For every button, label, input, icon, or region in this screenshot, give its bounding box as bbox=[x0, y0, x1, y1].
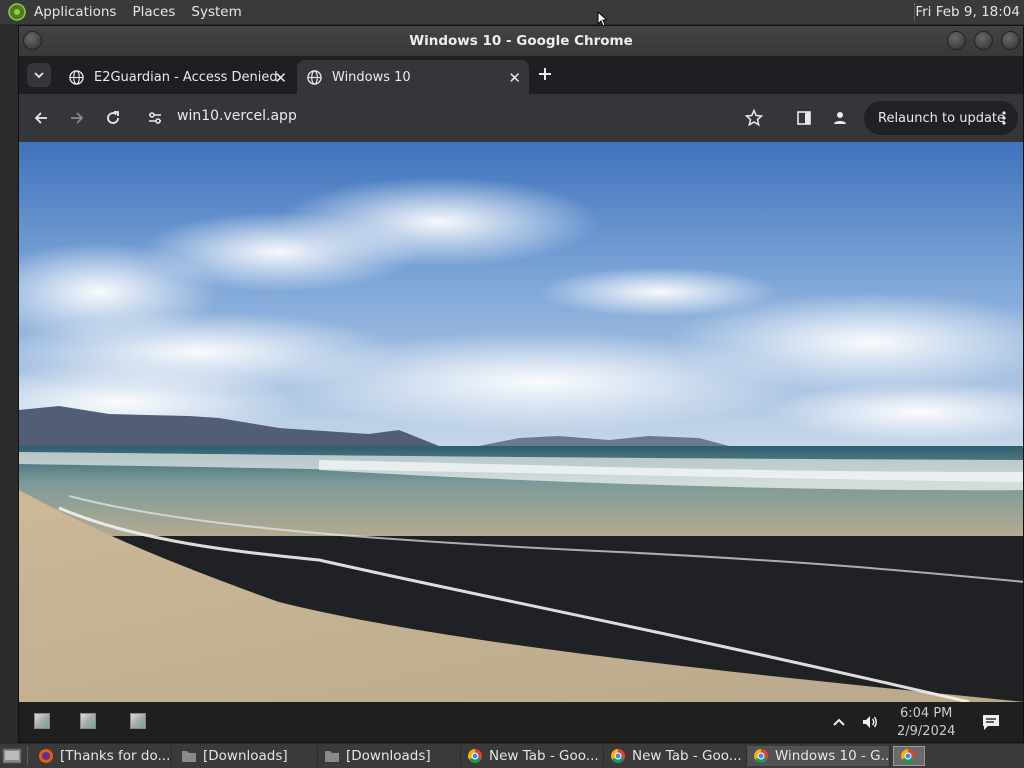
address-bar[interactable]: win10.vercel.app bbox=[177, 108, 297, 124]
tune-icon bbox=[149, 112, 161, 124]
forward-button[interactable] bbox=[65, 106, 89, 130]
chrome-icon bbox=[753, 748, 769, 764]
task-chrome-small[interactable] bbox=[893, 746, 925, 766]
relaunch-label: Relaunch to update bbox=[878, 110, 1006, 126]
bottom-panel: [Thanks for do... [Downloads] [Downloads… bbox=[0, 744, 1024, 768]
show-desktop-icon[interactable] bbox=[2, 747, 22, 768]
volume-icon[interactable] bbox=[861, 713, 879, 735]
top-panel: Applications Places System Fri Feb 9, 18… bbox=[0, 0, 1024, 27]
panel-clock[interactable]: Fri Feb 9, 18:04 bbox=[915, 4, 1020, 20]
close-tab-icon[interactable]: ✕ bbox=[274, 69, 287, 87]
arrow-right-icon bbox=[71, 112, 84, 124]
firefox-icon bbox=[38, 748, 54, 764]
more-vert-icon bbox=[1002, 110, 1006, 130]
side-panel-icon bbox=[797, 111, 811, 125]
task-label: New Tab - Goo... bbox=[632, 748, 742, 764]
task-label: [Downloads] bbox=[203, 748, 288, 764]
distro-logo-icon[interactable] bbox=[6, 1, 28, 23]
menu-system[interactable]: System bbox=[191, 4, 241, 20]
task-firefox[interactable]: [Thanks for do... bbox=[32, 746, 172, 766]
task-label: New Tab - Goo... bbox=[489, 748, 599, 764]
tab-strip: E2Guardian - Access Denied ✕ Windows 10 … bbox=[19, 56, 1023, 94]
folder-icon bbox=[324, 749, 340, 763]
close-tab-icon[interactable]: ✕ bbox=[508, 69, 521, 87]
tab-e2guardian[interactable]: E2Guardian - Access Denied ✕ bbox=[59, 60, 295, 94]
reload-button[interactable] bbox=[101, 106, 125, 130]
menu-places[interactable]: Places bbox=[132, 4, 175, 20]
chrome-icon bbox=[467, 748, 483, 764]
relaunch-update-button[interactable]: Relaunch to update bbox=[864, 101, 1018, 135]
back-button[interactable] bbox=[29, 106, 53, 130]
win10-date: 2/9/2024 bbox=[897, 724, 956, 739]
page-content bbox=[19, 142, 1023, 702]
task-downloads-2[interactable]: [Downloads] bbox=[318, 746, 461, 766]
task-windows10[interactable]: Windows 10 - G... bbox=[747, 746, 890, 766]
site-info-button[interactable] bbox=[143, 106, 167, 130]
task-label: Windows 10 - G... bbox=[775, 748, 890, 764]
chrome-icon bbox=[900, 748, 916, 764]
tab-windows10[interactable]: Windows 10 ✕ bbox=[297, 60, 529, 94]
window-titlebar[interactable]: Windows 10 - Google Chrome bbox=[19, 26, 1023, 56]
notification-center-icon[interactable] bbox=[981, 712, 1001, 736]
profile-button[interactable] bbox=[828, 106, 852, 130]
win10-clock[interactable]: 6:04 PM 2/9/2024 bbox=[897, 705, 955, 741]
window-title: Windows 10 - Google Chrome bbox=[409, 33, 633, 49]
arrow-left-icon bbox=[34, 112, 47, 124]
task-newtab-1[interactable]: New Tab - Goo... bbox=[461, 746, 604, 766]
globe-icon bbox=[69, 69, 84, 85]
task-label: [Downloads] bbox=[346, 748, 431, 764]
star-icon bbox=[745, 109, 763, 127]
plus-icon bbox=[539, 68, 551, 80]
maximize-button[interactable] bbox=[974, 31, 993, 50]
person-icon bbox=[834, 112, 846, 124]
task-label: [Thanks for do... bbox=[60, 748, 171, 764]
task-downloads-1[interactable]: [Downloads] bbox=[175, 746, 318, 766]
win10-taskbar: 6:04 PM 2/9/2024 bbox=[19, 702, 1023, 742]
tab-search-button[interactable] bbox=[27, 63, 51, 87]
chevron-up-icon[interactable] bbox=[831, 714, 847, 734]
taskview-broken-image-icon[interactable] bbox=[130, 713, 146, 729]
new-tab-button[interactable] bbox=[538, 64, 552, 84]
side-panel-button[interactable] bbox=[792, 106, 816, 130]
menu-applications[interactable]: Applications bbox=[34, 4, 116, 20]
panel-separator bbox=[27, 747, 31, 765]
desktop: Applications Places System Fri Feb 9, 18… bbox=[0, 0, 1024, 768]
beach-wallpaper bbox=[19, 142, 1023, 702]
close-window-button[interactable] bbox=[1001, 31, 1020, 50]
tab-label: Windows 10 bbox=[332, 69, 411, 85]
chevron-down-icon bbox=[34, 72, 44, 79]
chrome-window: Windows 10 - Google Chrome E2Guardian - … bbox=[18, 25, 1024, 743]
window-menu-button[interactable] bbox=[23, 31, 42, 50]
tab-label: E2Guardian - Access Denied bbox=[94, 69, 278, 85]
browser-toolbar: win10.vercel.app Relaunch to update bbox=[19, 94, 1023, 142]
bookmark-button[interactable] bbox=[742, 106, 766, 130]
start-button-broken-image-icon[interactable] bbox=[34, 713, 50, 729]
chrome-icon bbox=[610, 748, 626, 764]
minimize-button[interactable] bbox=[947, 31, 966, 50]
search-broken-image-icon[interactable] bbox=[80, 713, 96, 729]
reload-icon bbox=[107, 111, 119, 124]
win10-time: 6:04 PM bbox=[900, 706, 953, 721]
globe-icon bbox=[307, 69, 322, 85]
task-newtab-2[interactable]: New Tab - Goo... bbox=[604, 746, 747, 766]
folder-icon bbox=[181, 749, 197, 763]
